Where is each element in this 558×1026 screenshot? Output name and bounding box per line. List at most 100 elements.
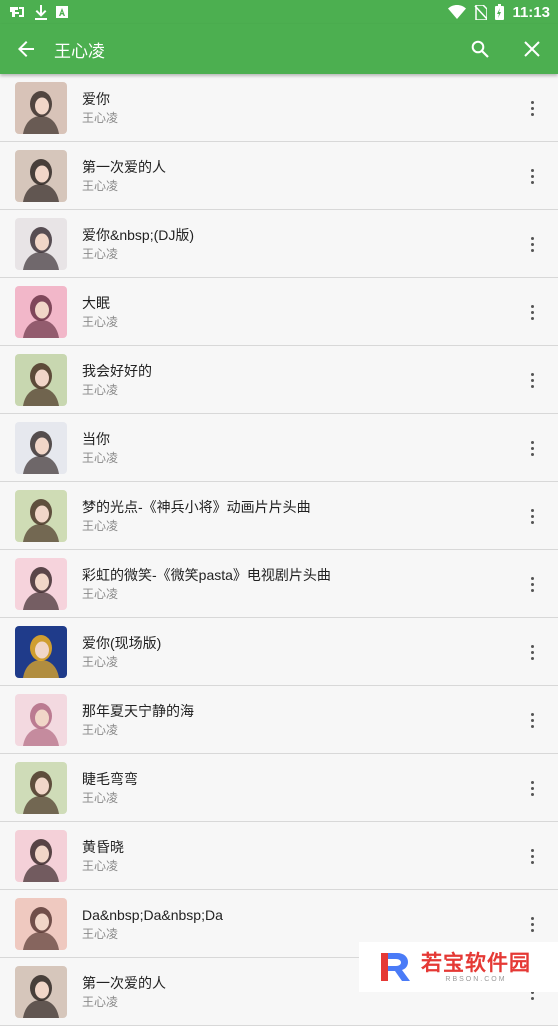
- song-title: 爱你&nbsp;(DJ版): [82, 227, 195, 243]
- dot: [530, 860, 534, 864]
- dot: [530, 576, 534, 580]
- more-options-button[interactable]: [520, 297, 544, 327]
- song-row[interactable]: 大眠 王心凌: [0, 278, 558, 346]
- song-row[interactable]: 我会好好的 王心凌: [0, 346, 558, 414]
- song-texts: 彩虹的微笑-《微笑pasta》电视剧片头曲 王心凌: [82, 567, 331, 601]
- more-vert-icon: [530, 848, 534, 864]
- song-artist: 王心凌: [82, 655, 119, 669]
- more-vert-icon: [530, 576, 534, 592]
- more-vert-icon: [530, 372, 534, 388]
- song-row[interactable]: 爱你 王心凌: [0, 74, 558, 142]
- more-options-button[interactable]: [520, 229, 544, 259]
- song-row[interactable]: 第一次爱的人 王心凌: [0, 142, 558, 210]
- album-cover: [15, 558, 67, 610]
- dot: [530, 310, 534, 314]
- dot: [530, 780, 534, 784]
- album-cover: [15, 898, 67, 950]
- song-texts: 那年夏天宁静的海 王心凌: [82, 703, 194, 737]
- song-artist: 王心凌: [82, 791, 119, 805]
- song-artist: 王心凌: [82, 519, 119, 533]
- album-cover: [15, 82, 67, 134]
- dot: [530, 650, 534, 654]
- dot: [530, 304, 534, 308]
- app-notification-icon: [8, 4, 26, 20]
- watermark-text-group: 若宝软件园 RBSON.COM: [421, 952, 531, 983]
- dot: [530, 112, 534, 116]
- song-title: 梦的光点-《神兵小将》动画片片头曲: [82, 499, 311, 515]
- dot: [530, 440, 534, 444]
- song-texts: 大眠 王心凌: [82, 295, 118, 329]
- more-options-button[interactable]: [520, 637, 544, 667]
- song-row[interactable]: 爱你&nbsp;(DJ版) 王心凌: [0, 210, 558, 278]
- song-artist: 王心凌: [82, 315, 119, 329]
- song-title: Da&nbsp;Da&nbsp;Da: [82, 907, 223, 923]
- song-title: 睫毛弯弯: [82, 771, 138, 787]
- song-texts: 爱你(现场版) 王心凌: [82, 635, 161, 669]
- dot: [530, 236, 534, 240]
- status-time: 11:13: [512, 3, 550, 21]
- album-cover: [15, 830, 67, 882]
- song-row[interactable]: 梦的光点-《神兵小将》动画片片头曲 王心凌: [0, 482, 558, 550]
- search-button[interactable]: [454, 24, 506, 74]
- song-title: 黄昏晓: [82, 839, 124, 855]
- album-cover: [15, 490, 67, 542]
- more-options-button[interactable]: [520, 365, 544, 395]
- dot: [530, 446, 534, 450]
- more-options-button[interactable]: [520, 773, 544, 803]
- song-texts: Da&nbsp;Da&nbsp;Da 王心凌: [82, 907, 223, 941]
- song-artist: 王心凌: [82, 995, 119, 1009]
- song-texts: 睫毛弯弯 王心凌: [82, 771, 138, 805]
- song-row[interactable]: 黄昏晓 王心凌: [0, 822, 558, 890]
- more-vert-icon: [530, 916, 534, 932]
- more-options-button[interactable]: [520, 93, 544, 123]
- dot: [530, 582, 534, 586]
- dot: [530, 520, 534, 524]
- album-cover: [15, 694, 67, 746]
- close-icon: [524, 41, 540, 57]
- dot: [530, 242, 534, 246]
- song-texts: 第一次爱的人 王心凌: [82, 159, 166, 193]
- album-cover: [15, 422, 67, 474]
- more-options-button[interactable]: [520, 161, 544, 191]
- more-options-button[interactable]: [520, 433, 544, 463]
- album-cover: [15, 966, 67, 1018]
- toolbar: 王心凌: [0, 24, 558, 74]
- song-title: 当你: [82, 431, 110, 447]
- song-list: 爱你 王心凌 第一次爱的人 王心凌 爱你&nbsp;(DJ版) 王心凌 大眠 王心凌 我会好好的…: [0, 74, 558, 1026]
- song-row[interactable]: 当你 王心凌: [0, 414, 558, 482]
- dot: [530, 372, 534, 376]
- song-artist: 王心凌: [82, 587, 119, 601]
- more-vert-icon: [530, 644, 534, 660]
- song-row[interactable]: 睫毛弯弯 王心凌: [0, 754, 558, 822]
- song-artist: 王心凌: [82, 451, 119, 465]
- dot: [530, 718, 534, 722]
- album-cover: [15, 626, 67, 678]
- song-texts: 梦的光点-《神兵小将》动画片片头曲 王心凌: [82, 499, 311, 533]
- battery-icon: [495, 4, 505, 20]
- song-row[interactable]: 爱你(现场版) 王心凌: [0, 618, 558, 686]
- more-options-button[interactable]: [520, 909, 544, 939]
- album-cover: [15, 150, 67, 202]
- close-button[interactable]: [506, 24, 558, 74]
- status-left: [8, 4, 68, 20]
- song-texts: 黄昏晓 王心凌: [82, 839, 124, 873]
- more-vert-icon: [530, 304, 534, 320]
- more-vert-icon: [530, 440, 534, 456]
- back-button[interactable]: [0, 24, 52, 74]
- song-row[interactable]: 彩虹的微笑-《微笑pasta》电视剧片头曲 王心凌: [0, 550, 558, 618]
- more-vert-icon: [530, 712, 534, 728]
- song-title: 那年夏天宁静的海: [82, 703, 194, 719]
- more-options-button[interactable]: [520, 569, 544, 599]
- more-options-button[interactable]: [520, 841, 544, 871]
- song-row[interactable]: 那年夏天宁静的海 王心凌: [0, 686, 558, 754]
- more-options-button[interactable]: [520, 501, 544, 531]
- page-title: 王心凌: [54, 41, 105, 61]
- watermark-sub: RBSON.COM: [445, 975, 507, 983]
- more-vert-icon: [530, 100, 534, 116]
- more-options-button[interactable]: [520, 705, 544, 735]
- song-texts: 爱你 王心凌: [82, 91, 118, 125]
- dot: [530, 180, 534, 184]
- dot: [530, 712, 534, 716]
- rbson-logo-icon: [381, 953, 410, 981]
- dot: [530, 514, 534, 518]
